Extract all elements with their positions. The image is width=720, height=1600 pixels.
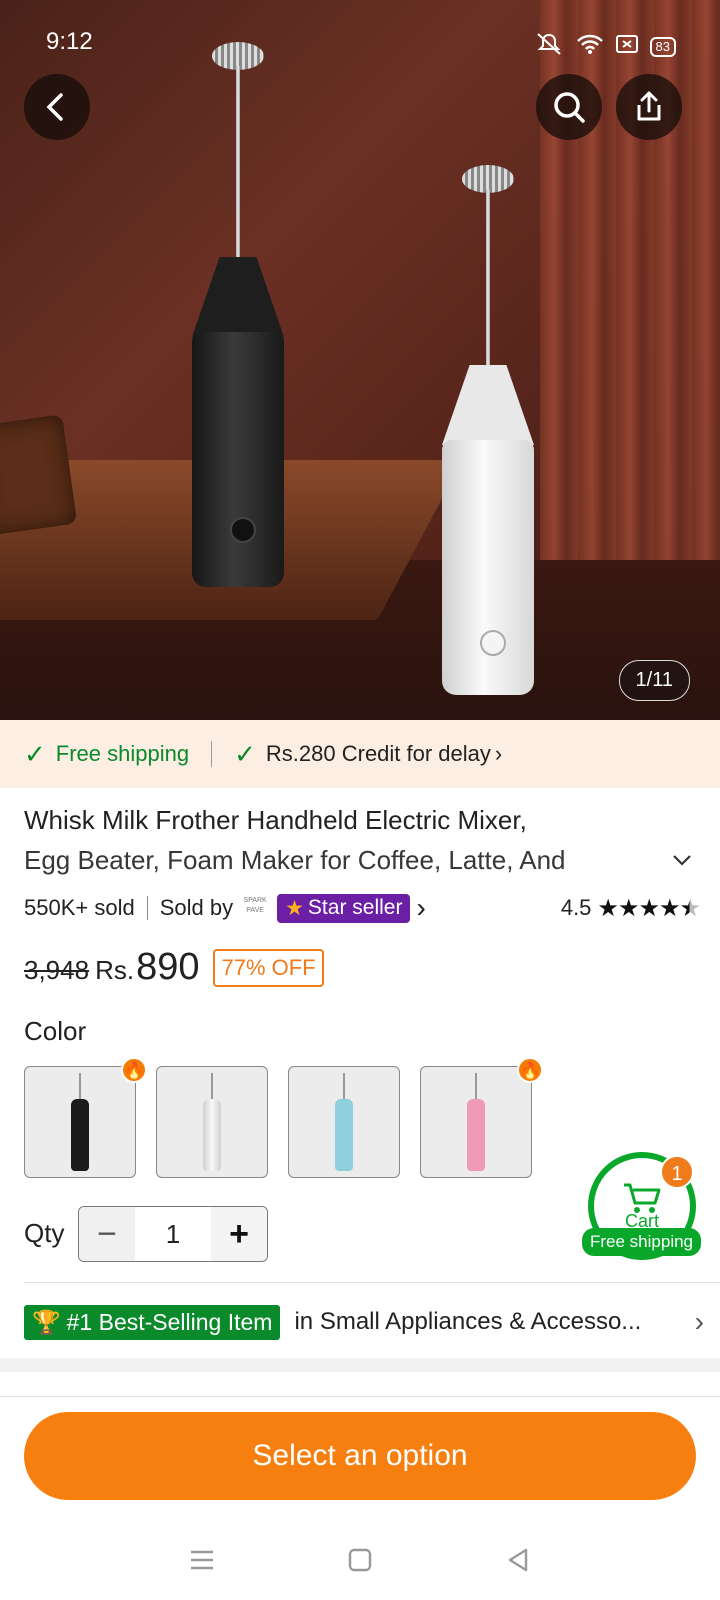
title-line-1: Whisk Milk Frother Handheld Electric Mix… [24,805,527,835]
chevron-right-icon: › [694,1306,704,1337]
divider [24,1282,720,1283]
fire-icon: 🔥 [121,1057,147,1083]
currency: Rs. [95,955,135,985]
search-icon [554,92,585,123]
status-time: 9:12 [46,28,93,55]
cart-icon [624,1183,661,1213]
best-seller-category: in Small Appliances & Accesso... [294,1308,642,1335]
increase-qty-button[interactable]: + [211,1207,267,1261]
qty-label: Qty [24,1218,65,1248]
rating-value: 4.5 [560,895,592,920]
share-icon [637,91,661,121]
sold-by-label: Sold by [159,895,234,920]
product-image[interactable]: 9:12 83 1/11 [0,0,720,720]
cart-free-shipping: Free shipping [582,1228,702,1256]
delay-credit-label: Rs.280 Credit for delay [265,741,491,766]
star-seller-badge[interactable]: ★ Star seller [277,893,411,923]
chevron-right-icon[interactable]: › [416,892,425,924]
delay-credit-link[interactable]: Rs.280 Credit for delay › [266,741,502,767]
check-icon: ✓ [234,738,256,769]
best-seller-row[interactable]: 🏆 #1 Best-Selling Item in Small Applianc… [24,1302,704,1342]
star-seller-label: Star seller [307,896,403,919]
home-icon[interactable] [346,1546,374,1574]
back-button[interactable] [24,74,90,140]
rating-stars-icon: ★★★★★ [597,894,701,922]
best-seller-badge: 🏆 #1 Best-Selling Item [24,1304,281,1340]
white-frother [442,165,534,710]
star-icon: ★ [285,896,304,920]
share-button[interactable] [616,74,682,140]
qty-value[interactable]: 1 [135,1207,211,1261]
color-label: Color [24,1016,87,1046]
sold-count: 550K+ sold [24,895,135,920]
select-option-button[interactable]: Select an option [24,1412,696,1500]
color-swatches: 🔥 🔥 [24,1057,543,1178]
fire-icon: 🔥 [517,1057,543,1083]
menu-icon[interactable] [188,1546,216,1574]
quantity-stepper: − 1 + [78,1206,268,1262]
battery-icon: 83 [649,36,676,57]
sim-icon [615,34,638,59]
title-line-2: Egg Beater, Foam Maker for Coffee, Latte… [24,845,566,875]
cart-count-badge: 1 [660,1155,694,1189]
rating[interactable]: 4.5 ★★★★★ [560,894,701,923]
price-row: 3,948 Rs. 890 77% OFF [24,946,324,991]
color-option-black[interactable]: 🔥 [24,1057,147,1178]
product-title: Whisk Milk Frother Handheld Electric Mix… [24,800,644,882]
mute-icon [534,32,564,61]
chevron-left-icon [46,93,63,121]
decrease-qty-button[interactable]: − [79,1207,135,1261]
free-shipping-label: Free shipping [55,741,190,766]
shipping-bar[interactable]: ✓ Free shipping ✓ Rs.280 Credit for dela… [0,720,720,788]
chevron-right-icon: › [494,741,503,766]
color-option-light-blue[interactable] [288,1066,400,1178]
search-button[interactable] [536,74,602,140]
wifi-icon [576,33,604,60]
divider [146,896,148,920]
divider [211,741,213,767]
color-option-pink[interactable]: 🔥 [420,1057,543,1178]
black-frother [192,42,284,587]
system-nav-bar [0,1520,720,1600]
expand-title-icon[interactable] [670,848,694,872]
divider [0,1396,720,1397]
seller-logo[interactable]: SPARK PAVE [239,896,271,920]
status-bar: 9:12 83 [0,0,720,80]
check-icon: ✓ [24,738,46,769]
product-meta-row: 550K+ sold Sold by SPARK PAVE ★ Star sel… [24,888,701,928]
trophy-icon: 🏆 [32,1308,61,1335]
back-nav-icon[interactable] [504,1546,532,1574]
image-counter: 1/11 [618,660,690,701]
best-seller-label: #1 Best-Selling Item [66,1308,273,1335]
current-price: 890 [136,946,200,988]
coffee-beans-box [0,414,78,536]
discount-badge: 77% OFF [213,949,324,987]
color-option-white[interactable] [156,1066,268,1178]
original-price: 3,948 [24,955,90,985]
section-separator [0,1358,720,1372]
